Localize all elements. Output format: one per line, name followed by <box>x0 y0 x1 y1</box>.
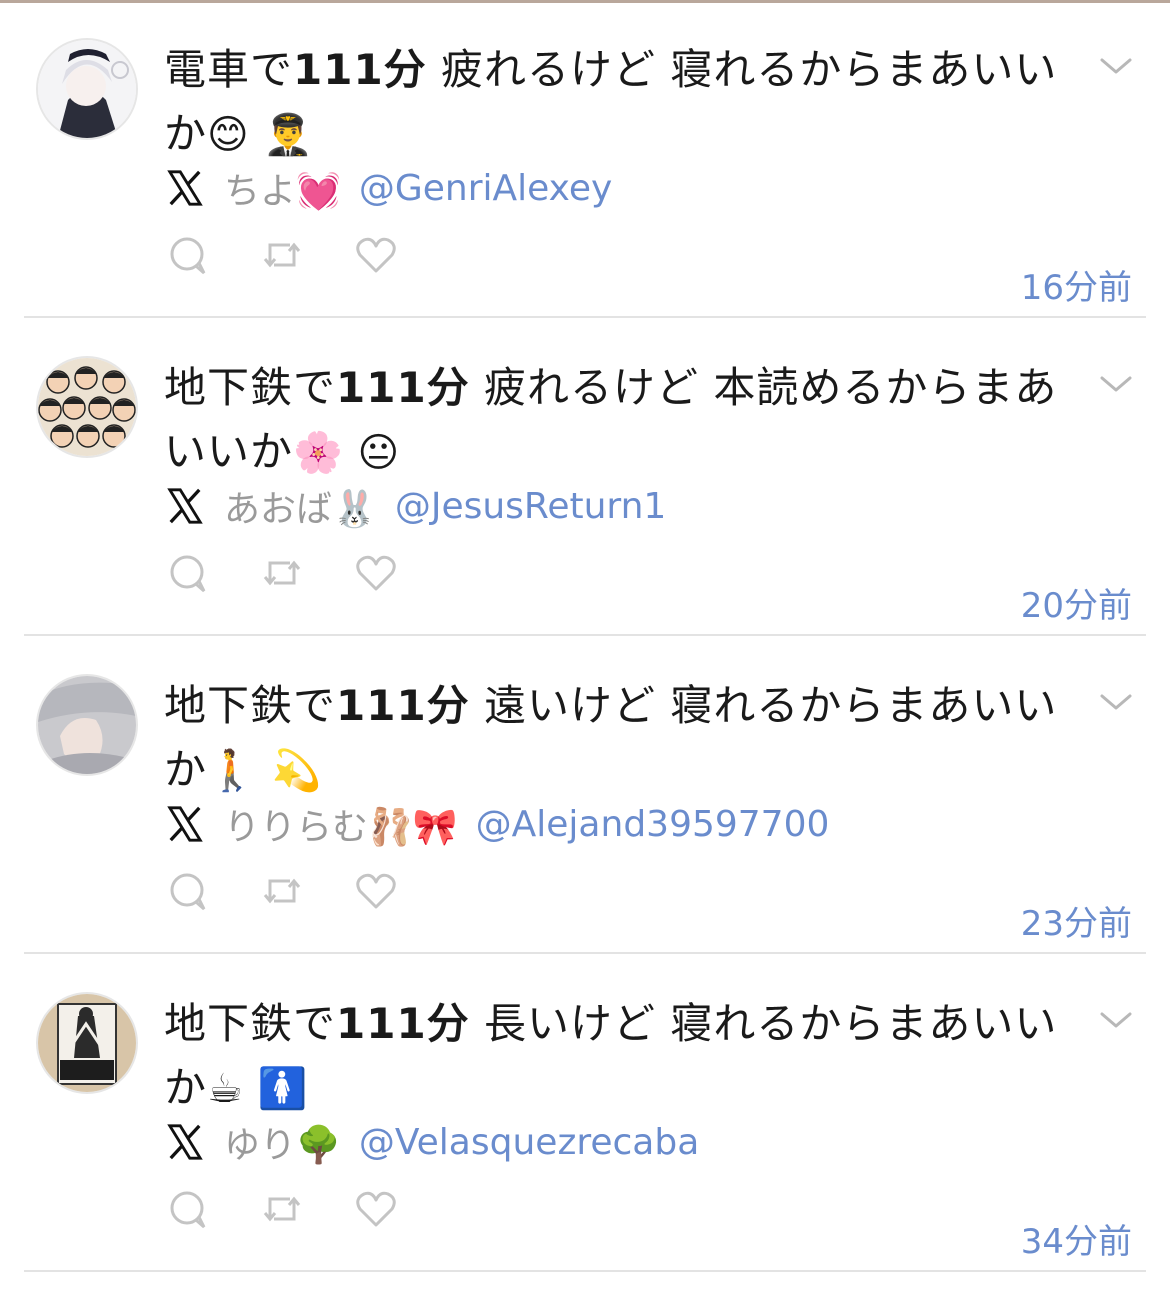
action-bar <box>166 1176 448 1242</box>
reply-icon[interactable] <box>166 1187 210 1231</box>
chevron-down-icon[interactable] <box>1094 1004 1138 1034</box>
chevron-down-icon[interactable] <box>1094 686 1138 716</box>
reply-icon[interactable] <box>166 869 210 913</box>
author-name[interactable]: あおば🐰 <box>224 480 377 532</box>
like-icon[interactable] <box>354 1187 398 1231</box>
avatar[interactable] <box>38 994 136 1092</box>
author-name[interactable]: ちよ💓 <box>224 162 341 214</box>
retweet-icon[interactable] <box>260 1187 304 1231</box>
timestamp[interactable]: 23分前 <box>1021 896 1132 945</box>
x-logo-icon <box>167 806 203 842</box>
like-icon[interactable] <box>354 233 398 277</box>
x-logo-icon <box>167 170 203 206</box>
reply-icon[interactable] <box>166 551 210 595</box>
action-bar <box>166 858 448 924</box>
tweet-text: 地下鉄で111分 疲れるけど 本読めるからまあいいか🌸 😐 <box>164 363 1058 476</box>
avatar[interactable] <box>38 40 136 138</box>
retweet-icon[interactable] <box>260 551 304 595</box>
author-row: あおば🐰 @JesusReturn1 <box>166 476 666 536</box>
avatar-image <box>38 676 136 774</box>
chevron-down-icon[interactable] <box>1094 368 1138 398</box>
x-logo-icon <box>167 1124 203 1160</box>
divider <box>24 1270 1146 1272</box>
avatar-image <box>38 358 136 456</box>
tweet-text: 地下鉄で111分 遠いけど 寝れるからまあいいか🚶 💫 <box>164 681 1058 794</box>
like-icon[interactable] <box>354 551 398 595</box>
author-name[interactable]: りりらむ🩰🎀 <box>224 798 458 850</box>
author-name[interactable]: ゆり🌳 <box>224 1116 341 1168</box>
author-handle[interactable]: @Velasquezrecaba <box>359 1122 699 1163</box>
tweet-card[interactable]: 地下鉄で111分 遠いけど 寝れるからまあいいか🚶 💫 りりらむ🩰🎀 @Alej… <box>0 636 1170 954</box>
action-bar <box>166 222 448 288</box>
timestamp[interactable]: 34分前 <box>1021 1214 1132 1263</box>
tweet-card[interactable]: 地下鉄で111分 長いけど 寝れるからまあいいか☕ 🚺 ゆり🌳 @Velasqu… <box>0 954 1170 1272</box>
avatar-image <box>38 40 136 138</box>
author-handle[interactable]: @GenriAlexey <box>359 168 612 209</box>
retweet-icon[interactable] <box>260 233 304 277</box>
timestamp[interactable]: 16分前 <box>1021 260 1132 309</box>
reply-icon[interactable] <box>166 233 210 277</box>
tweet-card[interactable]: 電車で111分 疲れるけど 寝れるからまあいいか😊 👨‍✈️ ちよ💓 @Genr… <box>0 0 1170 318</box>
avatar[interactable] <box>38 358 136 456</box>
avatar[interactable] <box>38 676 136 774</box>
author-handle[interactable]: @Alejand39597700 <box>476 804 830 845</box>
like-icon[interactable] <box>354 869 398 913</box>
action-bar <box>166 540 448 606</box>
tweet-text: 地下鉄で111分 長いけど 寝れるからまあいいか☕ 🚺 <box>164 999 1058 1112</box>
chevron-down-icon[interactable] <box>1094 50 1138 80</box>
tweet-text: 電車で111分 疲れるけど 寝れるからまあいいか😊 👨‍✈️ <box>164 45 1058 158</box>
author-row: ゆり🌳 @Velasquezrecaba <box>166 1112 699 1172</box>
retweet-icon[interactable] <box>260 869 304 913</box>
avatar-image <box>38 994 136 1092</box>
author-row: りりらむ🩰🎀 @Alejand39597700 <box>166 794 829 854</box>
tweet-card[interactable]: 地下鉄で111分 疲れるけど 本読めるからまあいいか🌸 😐 あおば🐰 @Jesu… <box>0 318 1170 636</box>
author-handle[interactable]: @JesusReturn1 <box>395 486 666 527</box>
author-row: ちよ💓 @GenriAlexey <box>166 158 612 218</box>
x-logo-icon <box>167 488 203 524</box>
timestamp[interactable]: 20分前 <box>1021 578 1132 627</box>
